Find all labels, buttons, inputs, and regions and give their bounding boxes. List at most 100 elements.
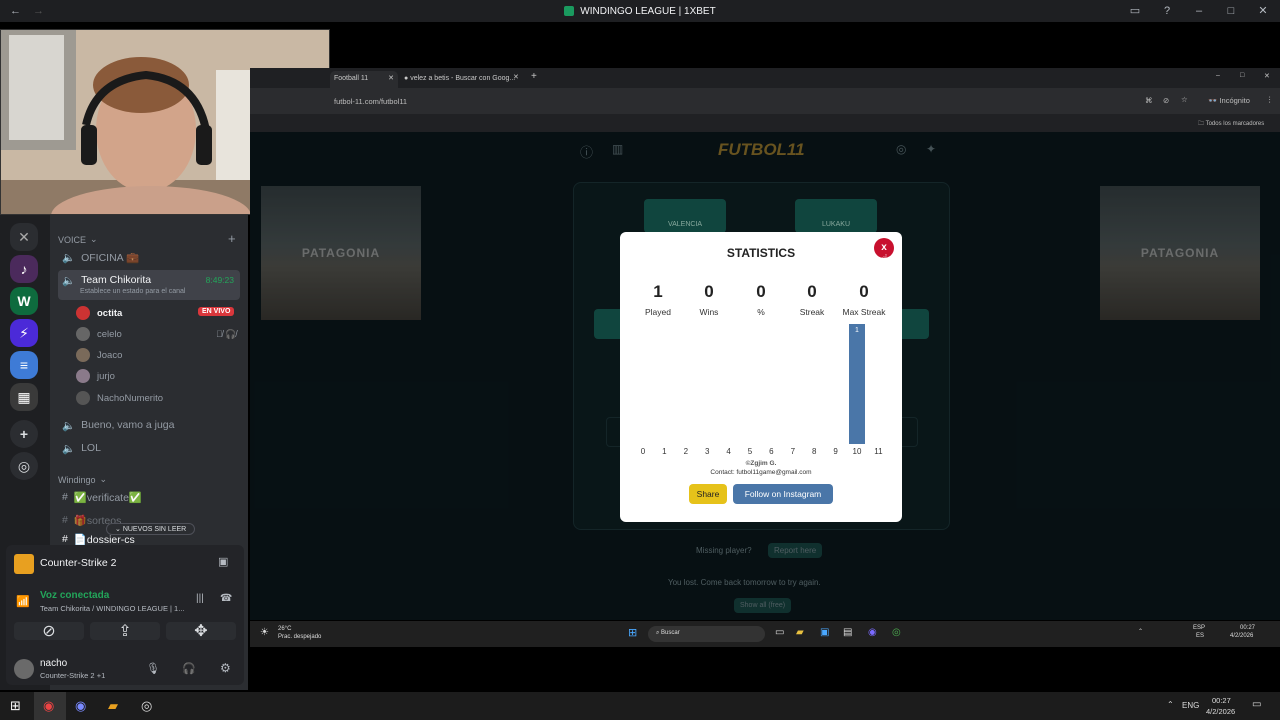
voice-user-nachonumerito[interactable]: NachoNumerito — [76, 389, 163, 407]
translate-icon[interactable]: ⌘ — [1145, 96, 1153, 105]
microphone-icon[interactable]: 🎙 — [146, 662, 160, 675]
tray-lang[interactable]: ENG — [1182, 701, 1199, 710]
contact-text: Contact: futbol11game@gmail.com — [710, 469, 812, 476]
task-view-icon[interactable]: ▭ — [775, 627, 784, 638]
tab-google-search[interactable]: ● velez a betis - Buscar con Goog... — [400, 71, 520, 88]
category-voice[interactable]: VOICE ⌄ — [58, 234, 98, 245]
taskbar-search[interactable]: ⌕ Buscar — [648, 626, 765, 642]
eye-off-icon[interactable]: ⊘ — [1163, 96, 1169, 105]
statistics-modal: STATISTICS x 1 Played 0 Wins 0 % 0 Strea… — [620, 232, 902, 522]
app-icon[interactable]: ▣ — [820, 627, 829, 638]
server-icon[interactable]: ≡ — [10, 351, 38, 379]
inbox-icon[interactable]: ▭ — [1128, 4, 1142, 17]
window-title: WINDINGO LEAGUE | 1XBET — [580, 5, 716, 17]
avatar[interactable] — [14, 659, 34, 679]
tray-time[interactable]: 00:27 — [1212, 696, 1231, 705]
voice-user-joaco[interactable]: Joaco — [76, 346, 122, 364]
add-server-icon[interactable]: + — [10, 420, 38, 448]
help-icon[interactable]: ? — [1160, 5, 1174, 17]
screen-share-icon[interactable]: ▣ — [218, 555, 228, 568]
close-tab-icon[interactable]: ✕ — [388, 74, 394, 82]
category-windingo[interactable]: Windingo ⌄ — [58, 474, 107, 485]
activities-button[interactable]: ✥ — [166, 622, 236, 640]
windows-taskbar: ⊞ ◉ ◉ ▰ ◎ ⌃ ENG 00:27 4/2/2026 ▭ — [0, 692, 1280, 720]
bookmarks-bar: 🗀 Todos los marcadores — [250, 114, 1280, 132]
forward-arrow-icon[interactable]: → — [33, 5, 44, 17]
camera-off-icon: ⊘ — [42, 623, 56, 640]
incognito-badge[interactable]: 👓 Incógnito — [1208, 96, 1250, 105]
channel-team-chikorita[interactable]: 🔈 Team Chikorita 8:49:23 Establece un es… — [58, 270, 240, 300]
server-icon[interactable]: ✕ — [10, 223, 38, 251]
voice-panel: Counter-Strike 2 ▣ 📶 Voz conectada Team … — [6, 545, 244, 685]
stat-played-label: Played — [645, 307, 671, 317]
stat-played-value: 1 — [653, 282, 663, 301]
voice-user-celelo[interactable]: celelo 🎙̸ 🎧̸ — [76, 325, 236, 343]
all-bookmarks[interactable]: 🗀 Todos los marcadores — [1198, 119, 1264, 129]
close-window-button[interactable]: ✕ — [1264, 72, 1270, 80]
avatar — [76, 391, 90, 405]
notifications-icon[interactable]: ▭ — [1252, 699, 1261, 710]
tray-chevron-icon[interactable]: ⌃ — [1167, 700, 1174, 709]
tray-lang[interactable]: ESP — [1193, 625, 1205, 631]
tray-date: 4/2/2026 — [1206, 707, 1236, 716]
star-icon[interactable]: ☆ — [1181, 95, 1188, 104]
modal-title: STATISTICS — [726, 246, 796, 260]
headphones-icon[interactable]: 🎧 — [182, 662, 196, 675]
hash-icon: # — [62, 514, 68, 526]
avatar — [76, 348, 90, 362]
tray-chevron-icon[interactable]: ⌃ — [1138, 628, 1143, 635]
steam-icon[interactable]: ◎ — [141, 698, 152, 714]
new-tab-icon[interactable]: + — [531, 71, 537, 82]
game-icon — [14, 554, 34, 574]
noise-suppression-icon[interactable]: ||| — [196, 593, 204, 604]
settings-gear-icon[interactable]: ⚙ — [220, 661, 231, 675]
minimize-button[interactable]: – — [1216, 72, 1220, 79]
chrome-icon[interactable]: ◎ — [892, 627, 901, 638]
close-window-button[interactable]: ✕ — [1256, 4, 1270, 17]
share-button[interactable]: Share — [689, 484, 727, 504]
app-icon[interactable]: ▤ — [843, 627, 852, 638]
screen-share-button[interactable]: ⇪ — [90, 622, 160, 640]
follow-instagram-button[interactable]: Follow on Instagram — [733, 484, 833, 504]
tab-football11[interactable]: Football 11 ✕ — [330, 71, 398, 88]
channel-oficina[interactable]: 🔈 OFICINA 💼 — [58, 247, 240, 267]
channel-verificate[interactable]: # ✅verificate✅ — [58, 487, 240, 507]
maximize-button[interactable]: □ — [1224, 5, 1238, 17]
back-arrow-icon[interactable]: ← — [10, 5, 21, 17]
disconnect-icon[interactable]: ☎ — [220, 593, 232, 604]
x-tick-label: 9 — [833, 447, 838, 456]
taskbar-chrome-active[interactable]: ◉ — [34, 692, 66, 720]
voice-user-octita[interactable]: octita EN VIVO — [76, 304, 235, 322]
start-icon[interactable]: ⊞ — [628, 626, 637, 639]
x-tick-label: 0 — [641, 447, 646, 456]
server-folder-icon[interactable]: ▦ — [10, 383, 38, 411]
minimize-button[interactable]: – — [1192, 5, 1206, 17]
maximize-button[interactable]: □ — [1240, 72, 1244, 79]
x-tick-label: 4 — [726, 447, 731, 456]
app-icon[interactable]: ▰ — [108, 698, 118, 714]
server-logo-icon — [564, 6, 575, 16]
hash-icon: # — [62, 533, 68, 545]
discord-icon[interactable]: ◉ — [868, 627, 877, 638]
server-icon-windingo[interactable]: W — [10, 287, 38, 315]
tray-time[interactable]: 00:27 — [1240, 625, 1255, 631]
channel-lol[interactable]: 🔈 LOL — [58, 438, 240, 458]
stat-max-streak-label: Max Streak — [842, 307, 886, 317]
weather-icon[interactable]: ☀ — [260, 627, 269, 638]
voice-user-jurjo[interactable]: jurjo — [76, 367, 115, 385]
avatar — [76, 369, 90, 383]
explore-icon[interactable]: ◎ — [10, 452, 38, 480]
channel-dossier[interactable]: # 📄dossier-cs — [58, 532, 240, 546]
camera-button[interactable]: ⊘ — [14, 622, 84, 640]
url-field[interactable]: futbol-11.com/futbol11 — [334, 97, 407, 106]
google-icon: ● — [404, 75, 409, 82]
server-icon[interactable]: ⚡ — [10, 319, 38, 347]
menu-icon[interactable]: ⋮ — [1266, 95, 1274, 104]
file-explorer-icon[interactable]: ▰ — [796, 627, 804, 638]
add-channel-icon[interactable]: + — [228, 231, 236, 246]
server-icon[interactable]: ♪ — [10, 255, 38, 283]
start-icon[interactable]: ⊞ — [10, 698, 21, 714]
discord-icon[interactable]: ◉ — [75, 698, 86, 714]
close-tab-icon[interactable]: ✕ — [513, 73, 519, 81]
channel-bueno[interactable]: 🔈 Bueno, vamo a juga — [58, 415, 240, 435]
